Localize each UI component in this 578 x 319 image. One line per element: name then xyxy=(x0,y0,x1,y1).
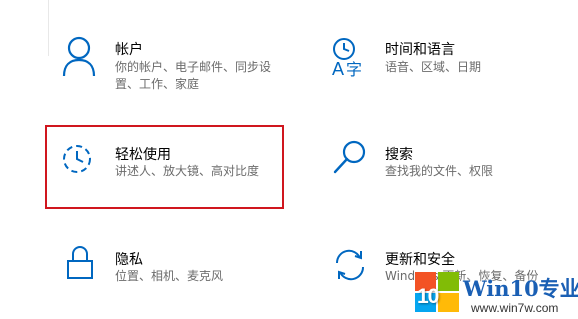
windows-logo-icon: 10 xyxy=(415,272,461,314)
tile-description: 查找我的文件、权限 xyxy=(385,164,494,178)
tile-title: 时间和语言 xyxy=(385,42,455,58)
settings-tile-accounts[interactable]: 帐户 你的帐户、电子邮件、同步设 置、工作、家庭 xyxy=(60,30,290,100)
watermark-url: www.win7w.com xyxy=(471,301,559,315)
watermark-title: Win10专业版 xyxy=(463,276,578,301)
tile-title: 帐户 xyxy=(115,42,143,58)
highlight-box xyxy=(45,125,284,209)
settings-tile-search[interactable]: 搜索 查找我的文件、权限 xyxy=(330,137,570,197)
time-language-icon: A 字 xyxy=(330,35,370,79)
lock-icon xyxy=(60,244,100,288)
tile-title: 隐私 xyxy=(115,252,143,268)
settings-tile-privacy[interactable]: 隐私 位置、相机、麦克风 xyxy=(60,242,280,302)
watermark: 10 Win10专业版 www.win7w.com xyxy=(409,267,578,319)
tile-description: 位置、相机、麦克风 xyxy=(115,269,224,283)
person-icon xyxy=(60,35,100,79)
settings-tile-time-language[interactable]: A 字 时间和语言 语音、区域、日期 xyxy=(330,30,570,100)
sync-icon xyxy=(330,244,370,288)
svg-text:字: 字 xyxy=(346,60,362,79)
tile-title: 更新和安全 xyxy=(385,252,455,268)
search-icon xyxy=(330,139,370,183)
tile-description: 语音、区域、日期 xyxy=(385,60,482,74)
tile-title: 搜索 xyxy=(385,147,413,163)
svg-text:A: A xyxy=(332,59,344,79)
tile-description: 你的帐户、电子邮件、同步设 置、工作、家庭 xyxy=(115,60,272,91)
watermark-logo-number: 10 xyxy=(417,285,439,308)
